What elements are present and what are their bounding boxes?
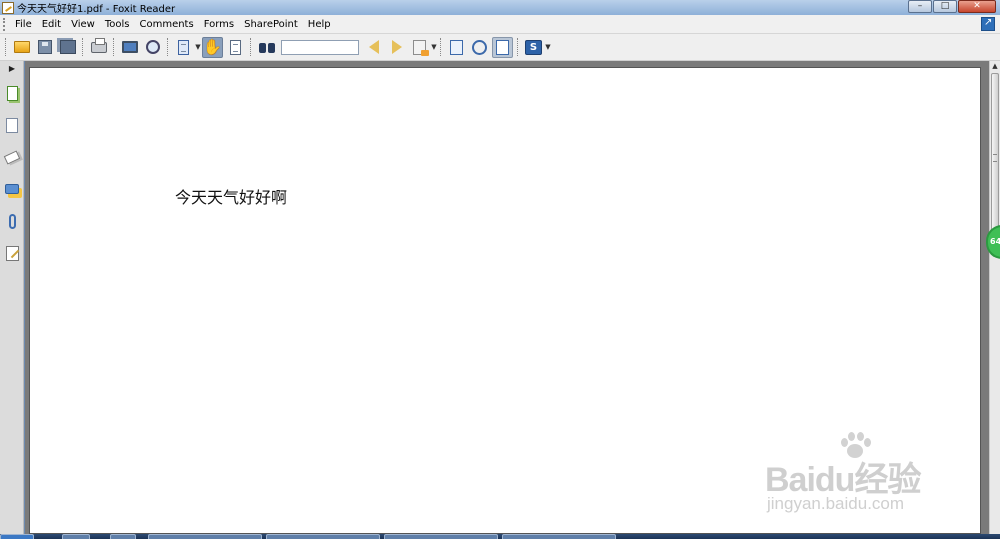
taskbar-item[interactable] <box>502 534 616 539</box>
window-controls: – □ ✕ <box>908 0 996 14</box>
pages-icon <box>6 85 18 101</box>
bookmarks-panel-button[interactable] <box>1 112 23 138</box>
toolbar-separator <box>113 38 115 56</box>
vertical-scrollbar[interactable]: ▲ <box>989 61 1000 534</box>
find-next-button[interactable] <box>386 37 407 58</box>
fit-page-button[interactable] <box>492 36 513 58</box>
foxit-dropdown-icon[interactable]: ▼ <box>545 37 551 58</box>
menu-sharepoint[interactable]: SharePoint <box>239 16 303 33</box>
select-text-button[interactable] <box>225 37 246 58</box>
foxit-icon: S <box>525 39 542 55</box>
find-input[interactable] <box>281 39 359 55</box>
save-icon <box>37 40 52 54</box>
highlight-button[interactable] <box>409 37 430 58</box>
foxit-button[interactable]: S <box>523 37 544 58</box>
toolbar-separator <box>167 38 169 56</box>
menu-tools[interactable]: Tools <box>100 16 135 33</box>
taskbar-item[interactable] <box>110 534 136 539</box>
menu-bar: File Edit View Tools Comments Forms Shar… <box>0 15 1000 34</box>
find-next-icon <box>391 40 402 54</box>
print-button[interactable] <box>88 37 109 58</box>
toolbar-grip <box>5 38 7 56</box>
comments-panel-button[interactable] <box>1 176 23 202</box>
baidu-watermark: Baidu经验 jingyan.baidu.com <box>765 430 945 515</box>
panel-toggle-icon[interactable]: ▶ <box>1 63 23 74</box>
fullscreen-button[interactable] <box>119 37 140 58</box>
rotate-icon <box>472 39 487 55</box>
taskbar <box>0 534 1000 539</box>
fit-page-icon <box>496 39 509 55</box>
find-icon <box>258 41 275 53</box>
taskbar-item[interactable] <box>148 534 262 539</box>
menu-help[interactable]: Help <box>303 16 336 33</box>
fullscreen-icon <box>121 41 138 53</box>
open-button[interactable] <box>11 37 32 58</box>
toolbar-separator <box>250 38 252 56</box>
menu-edit[interactable]: Edit <box>37 16 66 33</box>
signatures-icon <box>5 245 19 261</box>
start-button[interactable] <box>0 534 34 539</box>
attachments-panel-button[interactable] <box>1 208 23 234</box>
menu-file[interactable]: File <box>10 16 37 33</box>
highlight-dropdown-icon[interactable]: ▼ <box>431 37 437 58</box>
layers-icon <box>3 149 21 165</box>
window-title: 今天天气好好1.pdf - Foxit Reader <box>17 4 176 15</box>
save-all-button[interactable] <box>57 37 78 58</box>
document-text: 今天天气好好啊 <box>175 188 288 207</box>
attachments-icon <box>8 213 16 229</box>
toolbar: ▼ ✋ ▼ S ▼ <box>0 34 1000 61</box>
watermark-url: jingyan.baidu.com <box>767 494 905 513</box>
highlight-icon <box>413 39 429 56</box>
find-button[interactable] <box>256 37 277 58</box>
find-prev-icon <box>368 40 379 54</box>
toolbar-separator <box>82 38 84 56</box>
foxit-app-icon <box>2 1 14 14</box>
open-icon <box>13 41 30 53</box>
taskbar-item[interactable] <box>266 534 380 539</box>
print-icon <box>90 37 107 53</box>
menu-view[interactable]: View <box>66 16 100 33</box>
page-view-icon <box>178 39 189 55</box>
menu-grip[interactable] <box>3 17 6 31</box>
navigation-panel: ▶ <box>0 61 24 534</box>
minimize-button[interactable]: – <box>908 0 932 13</box>
fit-width-icon <box>450 39 463 55</box>
rotate-button[interactable] <box>469 37 490 58</box>
close-button[interactable]: ✕ <box>958 0 996 13</box>
layers-panel-button[interactable] <box>1 144 23 170</box>
restore-layout-icon[interactable] <box>981 17 995 31</box>
signatures-panel-button[interactable] <box>1 240 23 266</box>
pages-panel-button[interactable] <box>1 80 23 106</box>
menu-forms[interactable]: Forms <box>199 16 239 33</box>
toolbar-separator <box>440 38 442 56</box>
scroll-thumb[interactable] <box>991 73 999 243</box>
bookmarks-icon <box>6 117 18 133</box>
scroll-up-icon[interactable]: ▲ <box>990 61 1000 71</box>
fit-width-button[interactable] <box>446 37 467 58</box>
page-view-dropdown-icon[interactable]: ▼ <box>195 37 201 58</box>
hand-tool-button[interactable]: ✋ <box>202 36 223 58</box>
taskbar-item[interactable] <box>384 534 498 539</box>
page-view-button[interactable] <box>173 37 194 58</box>
select-text-icon <box>230 39 241 55</box>
maximize-button[interactable]: □ <box>933 0 957 13</box>
find-prev-button[interactable] <box>363 37 384 58</box>
taskbar-item[interactable] <box>62 534 90 539</box>
save-button[interactable] <box>34 37 55 58</box>
hand-tool-icon: ✋ <box>203 37 222 56</box>
title-bar: 今天天气好好1.pdf - Foxit Reader – □ ✕ <box>0 0 1000 15</box>
toolbar-separator <box>517 38 519 56</box>
menu-comments[interactable]: Comments <box>134 16 198 33</box>
save-all-icon <box>59 40 76 54</box>
zoom-icon <box>145 40 160 54</box>
comments-icon <box>5 184 19 194</box>
zoom-button[interactable] <box>142 37 163 58</box>
